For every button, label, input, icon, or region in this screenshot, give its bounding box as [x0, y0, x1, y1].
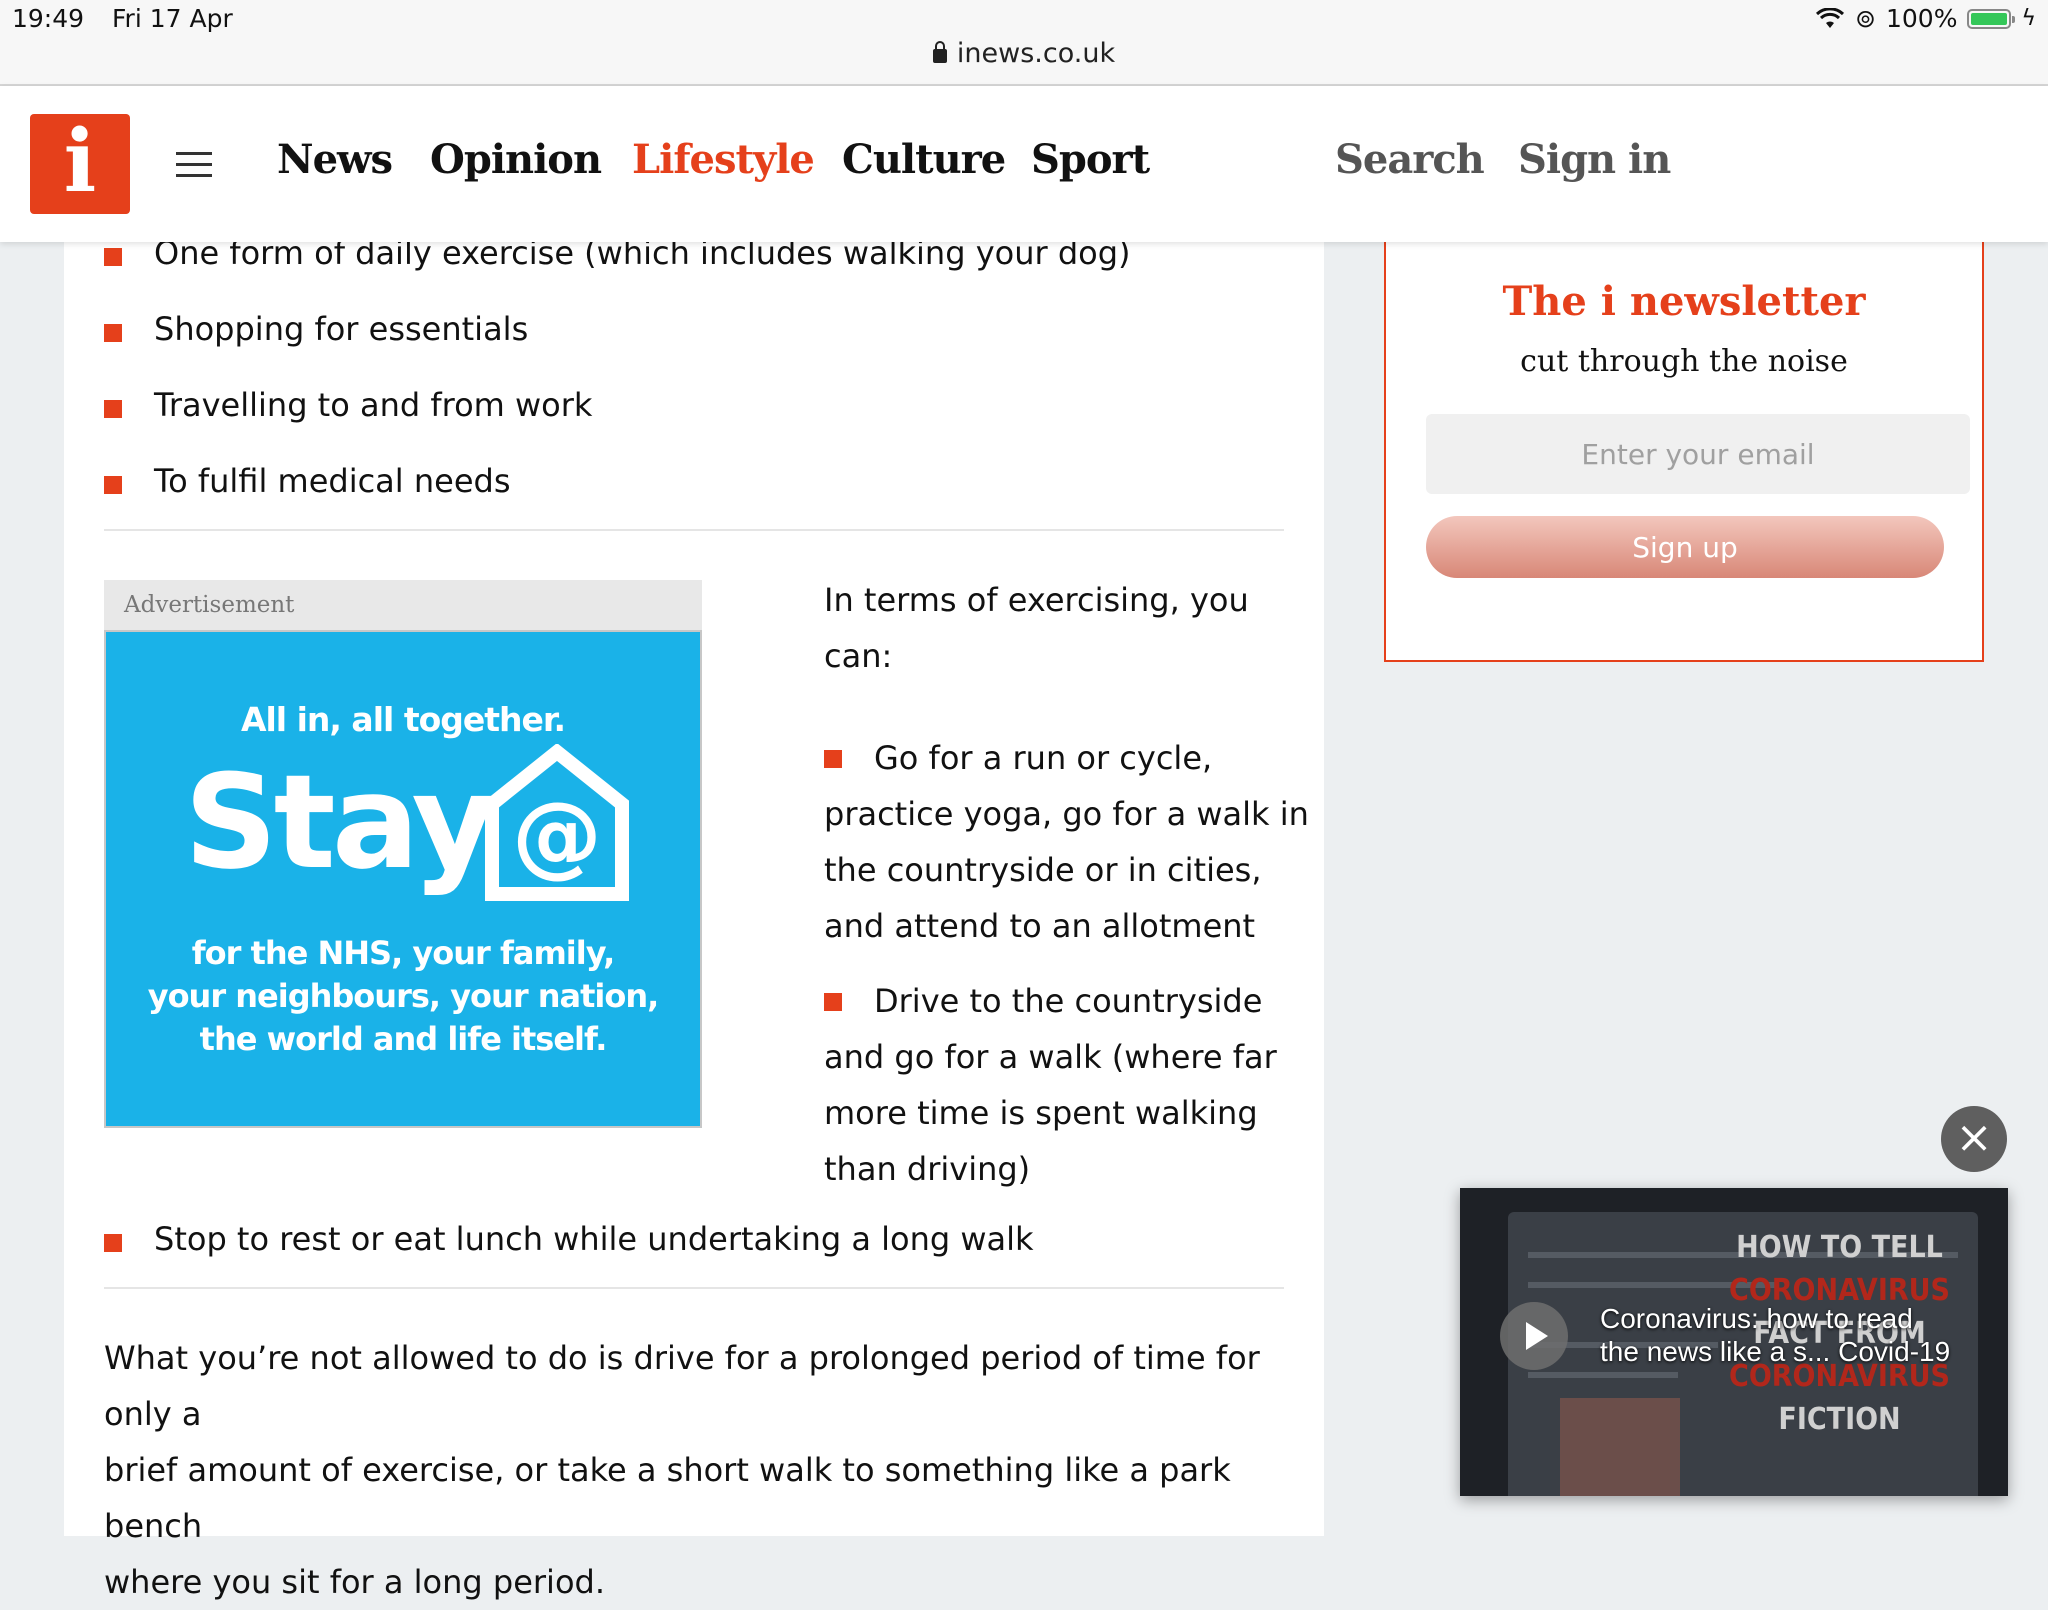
advertisement-banner[interactable]: All in, all together. Stay @ for the NHS…: [104, 630, 702, 1128]
battery-percent: 100%: [1886, 4, 1958, 33]
ad-stay-text: Stay: [184, 746, 496, 898]
newsletter-subtitle: cut through the noise: [1520, 344, 1848, 379]
status-time-date: 19:49 Fri 17 Apr: [12, 4, 253, 33]
status-indicators: ⊚ 100% ϟ: [1815, 4, 2036, 33]
video-inset-image: [1560, 1398, 1680, 1496]
list-item: Drive to the countryside and go for a wa…: [824, 982, 1277, 1188]
status-date: Fri 17 Apr: [112, 4, 233, 33]
charging-icon: ϟ: [2021, 6, 2036, 31]
divider: [104, 529, 1284, 531]
status-time: 19:49: [12, 4, 85, 33]
sign-up-button[interactable]: Sign up: [1426, 516, 1944, 578]
divider: [104, 1287, 1284, 1289]
nav-sport[interactable]: Sport: [1031, 136, 1150, 183]
list-item: Go for a run or cycle, practice yoga, go…: [824, 739, 1309, 945]
exercise-intro: In terms of exercising, you can:: [824, 581, 1249, 675]
advertisement-label: Advertisement: [104, 580, 702, 630]
battery-icon: [1967, 8, 2016, 29]
ad-body: for the NHS, your family, your neighbour…: [147, 934, 660, 1058]
bullet-square-icon: [824, 993, 842, 1011]
play-icon[interactable]: [1500, 1302, 1568, 1370]
hamburger-menu-icon[interactable]: [176, 152, 212, 178]
video-caption: Coronavirus: how to read the news like a…: [1600, 1303, 1951, 1367]
rotation-lock-icon: ⊚: [1855, 4, 1876, 33]
bullet-square-icon: [104, 1234, 122, 1252]
site-logo[interactable]: i: [30, 114, 130, 214]
bullet-square-icon: [104, 476, 122, 494]
svg-text:@: @: [512, 783, 602, 888]
status-bar: 19:49 Fri 17 Apr inews.co.uk ⊚ 100% ϟ: [0, 0, 2048, 86]
newsletter-signup: The i newsletter cut through the noise S…: [1384, 242, 1984, 662]
bullet-square-icon: [104, 400, 122, 418]
wifi-icon: [1815, 7, 1845, 30]
bullet-square-icon: [104, 248, 122, 266]
ad-headline: All in, all together.: [240, 700, 566, 739]
closing-paragraph: What you’re not allowed to do is drive f…: [104, 1339, 1260, 1601]
site-header: i News Opinion Lifestyle Culture Sport S…: [0, 86, 2048, 242]
search-link[interactable]: Search: [1335, 136, 1485, 183]
nav-opinion[interactable]: Opinion: [430, 136, 602, 183]
house-at-icon: @: [482, 743, 632, 908]
nav-culture[interactable]: Culture: [842, 136, 1006, 183]
newsletter-title: The i newsletter: [1502, 278, 1866, 325]
floating-video-player[interactable]: HOW TO TELL CORONAVIRUS FACT FROM CORONA…: [1460, 1188, 2008, 1496]
bullet-square-icon: [824, 750, 842, 768]
article-body: One form of daily exercise (which includ…: [64, 234, 1324, 1601]
url-text: inews.co.uk: [956, 38, 1116, 69]
nav-lifestyle[interactable]: Lifestyle: [632, 136, 815, 183]
nav-news[interactable]: News: [277, 136, 393, 183]
close-icon[interactable]: ×: [1941, 1106, 2007, 1172]
address-bar[interactable]: inews.co.uk: [0, 38, 2048, 69]
email-field[interactable]: [1426, 414, 1970, 494]
lock-icon: [932, 41, 947, 63]
bullet-square-icon: [104, 324, 122, 342]
sign-in-link[interactable]: Sign in: [1518, 136, 1671, 183]
